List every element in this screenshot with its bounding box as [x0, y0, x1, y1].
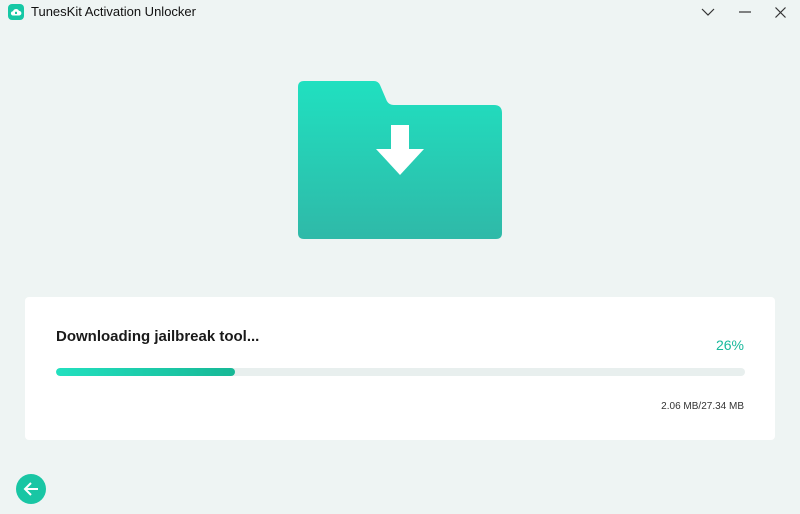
chevron-down-icon[interactable] [694, 2, 722, 22]
arrow-left-icon [23, 482, 38, 496]
cloud-lock-icon [8, 4, 24, 20]
close-icon[interactable] [766, 2, 794, 22]
app-title: TunesKit Activation Unlocker [31, 4, 196, 19]
progress-bar [56, 368, 745, 376]
back-button[interactable] [16, 474, 46, 504]
download-status-text: Downloading jailbreak tool... [56, 328, 260, 345]
minimize-icon[interactable] [731, 2, 759, 22]
progress-bar-fill [56, 368, 236, 376]
folder-download-icon [298, 81, 502, 239]
download-size-text: 2.06 MB/27.34 MB [661, 401, 744, 412]
download-progress-card: Downloading jailbreak tool... 26% 2.06 M… [25, 297, 775, 440]
title-bar: TunesKit Activation Unlocker [0, 0, 800, 26]
download-percent: 26% [715, 337, 744, 353]
